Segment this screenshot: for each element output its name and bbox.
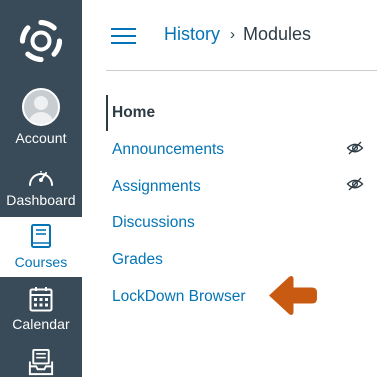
speedometer-icon: [29, 171, 53, 186]
course-nav-discussions[interactable]: Discussions: [112, 214, 195, 232]
eye-slash-icon: [346, 141, 364, 155]
breadcrumb-current-page: Modules: [243, 24, 312, 44]
user-avatar-icon: [22, 88, 60, 126]
book-icon: [31, 224, 51, 248]
global-nav-account-label: Account: [15, 130, 67, 146]
course-nav-assignments[interactable]: Assignments: [112, 178, 201, 196]
course-nav-grades[interactable]: Grades: [112, 251, 163, 269]
global-nav-calendar[interactable]: Calendar: [0, 286, 82, 340]
global-navigation: Account Dashboard Courses Calendar: [0, 0, 82, 377]
global-nav-courses-label: Courses: [14, 254, 68, 270]
course-nav-home[interactable]: Home: [112, 104, 155, 122]
course-nav-announcements[interactable]: Announcements: [112, 141, 224, 159]
inbox-icon: [28, 348, 54, 376]
global-nav-courses[interactable]: Courses: [0, 217, 82, 277]
chevron-right-icon: ›: [230, 26, 236, 43]
global-nav-calendar-label: Calendar: [12, 316, 70, 332]
header-divider: [106, 70, 377, 71]
course-nav-lockdown-browser[interactable]: LockDown Browser: [112, 288, 246, 306]
global-nav-dashboard[interactable]: Dashboard: [0, 166, 82, 216]
breadcrumb: History › Modules: [164, 24, 311, 45]
breadcrumb-course-link[interactable]: History: [164, 24, 220, 45]
global-nav-inbox[interactable]: [0, 348, 82, 377]
global-nav-dashboard-label: Dashboard: [6, 192, 76, 208]
active-indicator: [106, 95, 108, 131]
canvas-logo-icon: [19, 19, 63, 63]
hamburger-menu-button[interactable]: [111, 26, 137, 46]
canvas-logo[interactable]: [0, 0, 82, 82]
left-arrow-icon: [269, 276, 317, 315]
eye-slash-icon: [346, 177, 364, 191]
global-nav-account[interactable]: Account: [0, 88, 82, 152]
calendar-icon: [29, 287, 53, 312]
